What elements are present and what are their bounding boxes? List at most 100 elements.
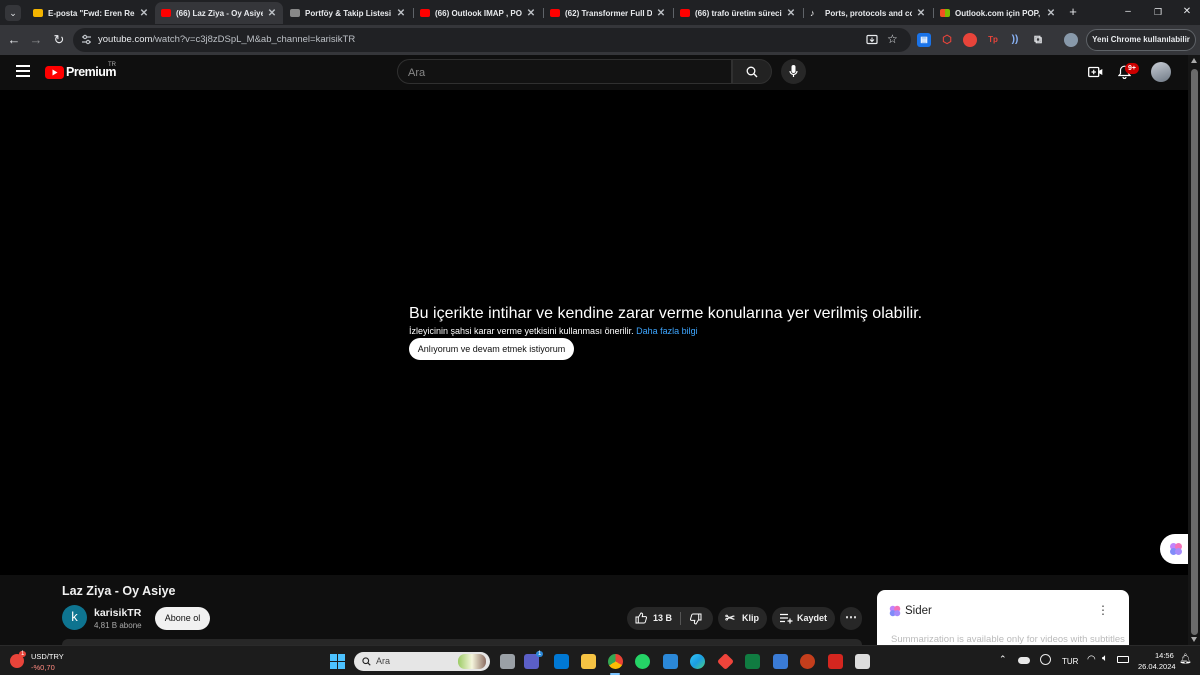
pdf-extension-icon[interactable]: ⬡	[940, 33, 954, 47]
page-scrollbar[interactable]	[1188, 55, 1200, 645]
clip-button[interactable]: ✂ Klip	[718, 607, 767, 630]
scroll-up-icon[interactable]	[1191, 58, 1197, 63]
forward-button[interactable]: →	[27, 31, 45, 49]
add-to-playlist-icon	[780, 613, 793, 624]
browser-tab-trafo[interactable]: (66) trafo üretim süreci - ✕	[674, 2, 802, 24]
close-icon[interactable]: ✕	[786, 8, 796, 19]
tab-label: (66) trafo üretim süreci -	[695, 8, 782, 18]
search-icon	[362, 657, 371, 666]
input-language[interactable]: TUR	[1062, 657, 1078, 666]
bookmark-star-icon[interactable]: ☆	[887, 32, 898, 46]
account-avatar[interactable]	[1151, 62, 1171, 82]
microphone-icon	[789, 65, 798, 77]
like-button[interactable]: 13 B	[627, 607, 679, 630]
site-icon	[290, 9, 300, 17]
weather-widget[interactable]: 1 USD/TRY -%0,70	[10, 651, 70, 673]
continue-button[interactable]: Anlıyorum ve devam etmek istiyorum	[409, 338, 574, 360]
url-text: youtube.com/watch?v=c3j8zDSpL_M&ab_chann…	[98, 34, 356, 45]
tp-extension-icon[interactable]: Tp	[986, 33, 1000, 47]
close-icon[interactable]: ✕	[267, 8, 277, 19]
wireless-extension-icon[interactable]: ))	[1008, 33, 1022, 47]
browser-tab-youtube-active[interactable]: (66) Laz Ziya - Oy Asiye - ✕	[155, 2, 283, 24]
scrollbar-thumb[interactable]	[1191, 69, 1198, 635]
browser-tab-outlook-pop[interactable]: Outlook.com için POP, IM ✕	[934, 2, 1062, 24]
close-icon[interactable]: ✕	[1046, 8, 1056, 19]
onedrive-icon[interactable]	[1018, 657, 1030, 664]
battery-icon[interactable]	[1117, 656, 1129, 663]
task-view-icon[interactable]	[500, 654, 515, 669]
channel-name[interactable]: karisikTR	[94, 607, 141, 619]
tab-label: E-posta "Fwd: Eren Res Y	[48, 8, 135, 18]
browser-tab-portfolio[interactable]: Portföy & Takip Listesi - İ ✕	[284, 2, 412, 24]
extension-icon[interactable]: ▤	[917, 33, 931, 47]
reload-button[interactable]: ↻	[50, 31, 68, 49]
store-icon[interactable]	[663, 654, 678, 669]
like-count: 13 B	[653, 613, 673, 623]
subscribe-button[interactable]: Abone ol	[155, 607, 210, 630]
chrome-icon[interactable]	[608, 654, 623, 669]
more-actions-button[interactable]: ⋯	[840, 607, 862, 630]
close-icon[interactable]: ✕	[916, 8, 926, 19]
create-video-icon[interactable]	[1088, 66, 1103, 78]
sider-menu-icon[interactable]: ⋮	[1097, 603, 1109, 617]
wifi-icon[interactable]: ◠	[1087, 654, 1096, 665]
volume-icon[interactable]: 🔈︎	[1102, 653, 1108, 664]
outlook-icon[interactable]	[554, 654, 569, 669]
ticker-symbol: USD/TRY	[31, 652, 64, 661]
browser-tab-email[interactable]: E-posta "Fwd: Eren Res Y ✕	[27, 2, 155, 24]
close-icon[interactable]: ✕	[139, 8, 149, 19]
app-icon[interactable]	[855, 654, 870, 669]
restore-button[interactable]: ❐	[1148, 3, 1168, 21]
sider-logo-icon	[889, 605, 901, 617]
back-button[interactable]: ←	[5, 31, 23, 49]
browser-tab-ports[interactable]: ♪ Ports, protocols and con ✕	[804, 2, 932, 24]
search-highlight-image	[458, 654, 486, 669]
new-tab-button[interactable]: +	[1066, 4, 1080, 20]
browser-tab-transformer[interactable]: (62) Transformer Full Det ✕	[544, 2, 672, 24]
clock-date[interactable]: 26.04.2024	[1138, 662, 1176, 671]
anydesk-icon[interactable]	[717, 653, 734, 670]
close-icon[interactable]: ✕	[396, 8, 406, 19]
vpn-icon[interactable]	[1040, 654, 1051, 665]
channel-avatar[interactable]: k	[62, 605, 87, 630]
dislike-button[interactable]	[681, 607, 713, 630]
file-explorer-icon[interactable]	[581, 654, 596, 669]
save-button[interactable]: Kaydet	[772, 607, 835, 630]
powerpoint-icon[interactable]	[800, 654, 815, 669]
clock-time[interactable]: 14:56	[1155, 651, 1174, 660]
show-hidden-icons-icon[interactable]: ⌃	[999, 654, 1007, 665]
acrobat-icon[interactable]	[828, 654, 843, 669]
sider-floating-button[interactable]	[1160, 534, 1190, 564]
voice-search-button[interactable]	[781, 59, 806, 84]
browser-tab-outlook-imap[interactable]: (66) Outlook IMAP , POP ✕	[414, 2, 542, 24]
profile-avatar-icon[interactable]	[1064, 33, 1078, 47]
whatsapp-icon[interactable]	[635, 654, 650, 669]
install-app-icon[interactable]	[866, 34, 878, 46]
extensions-puzzle-icon[interactable]: ⧉	[1031, 33, 1045, 47]
tab-search-button[interactable]: ⌄	[5, 5, 21, 21]
scroll-down-icon[interactable]	[1191, 637, 1197, 642]
notifications-bell-icon[interactable]: 🔔︎	[1179, 654, 1192, 665]
chrome-update-button[interactable]: Yeni Chrome kullanılabilir	[1086, 29, 1196, 51]
sider-message: Summarization is available only for vide…	[891, 634, 1125, 645]
like-dislike-group: 13 B	[627, 607, 713, 630]
menu-icon[interactable]	[16, 65, 30, 77]
close-icon[interactable]: ✕	[656, 8, 666, 19]
edge-icon[interactable]	[690, 654, 705, 669]
close-icon[interactable]: ✕	[526, 8, 536, 19]
search-button[interactable]	[732, 59, 772, 84]
browser-toolbar: ← → ↻ youtube.com/watch?v=c3j8zDSpL_M&ab…	[0, 25, 1200, 55]
taskbar-search-input[interactable]: Ara	[354, 652, 490, 671]
sider-panel: Sider ⋮ Summarization is available only …	[877, 590, 1129, 645]
extension-icon[interactable]	[963, 33, 977, 47]
search-input[interactable]: Ara	[397, 59, 732, 84]
close-window-button[interactable]: ✕	[1177, 3, 1197, 21]
learn-more-link[interactable]: Daha fazla bilgi	[636, 326, 698, 336]
site-info-icon[interactable]	[81, 34, 92, 45]
video-player[interactable]: Bu içerikte intihar ve kendine zarar ver…	[0, 90, 1190, 575]
minimize-button[interactable]: –	[1118, 3, 1138, 21]
remote-desktop-icon[interactable]	[773, 654, 788, 669]
address-bar[interactable]: youtube.com/watch?v=c3j8zDSpL_M&ab_chann…	[73, 28, 911, 52]
start-button-icon[interactable]	[330, 654, 345, 669]
excel-icon[interactable]	[745, 654, 760, 669]
